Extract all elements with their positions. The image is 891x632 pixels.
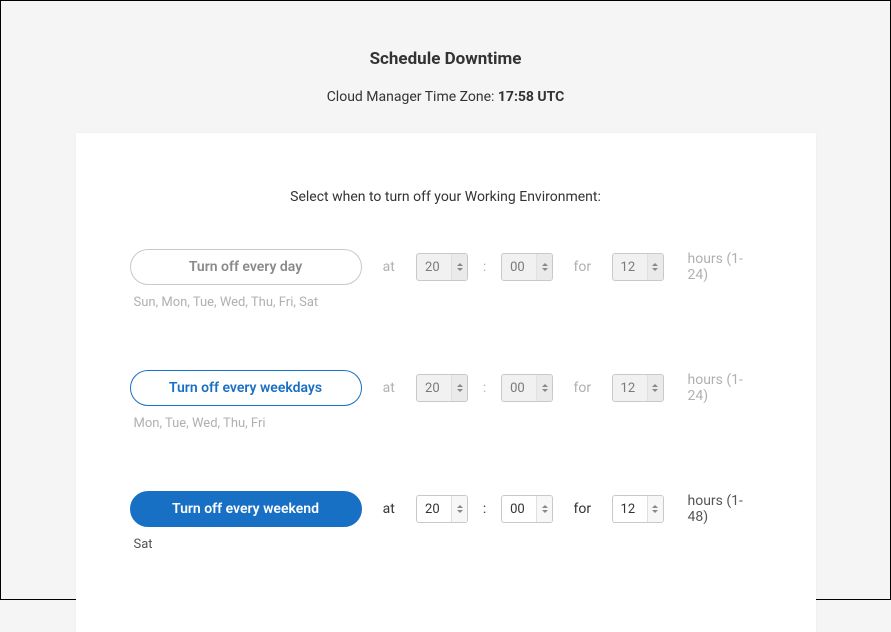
stepper-arrows-icon (647, 254, 663, 280)
hours-stepper-weekend[interactable]: 20 (416, 495, 468, 523)
pill-weekend[interactable]: Turn off every weekend (130, 491, 362, 527)
hours-value: 20 (417, 260, 451, 275)
range-label-everyday: hours (1-24) (688, 251, 762, 283)
hours-value: 20 (417, 381, 451, 396)
for-label: for (553, 501, 611, 517)
for-label: for (553, 259, 611, 275)
days-weekend: Sat (134, 537, 762, 552)
colon-label: : (468, 501, 501, 517)
duration-value: 12 (613, 381, 647, 396)
minutes-stepper-weekdays[interactable]: 00 (501, 374, 553, 402)
timezone-value: 17:58 UTC (498, 89, 564, 105)
days-everyday: Sun, Mon, Tue, Wed, Thu, Fri, Sat (134, 295, 762, 310)
duration-value: 12 (613, 502, 647, 517)
hours-value: 20 (417, 502, 451, 517)
minutes-value: 00 (502, 260, 536, 275)
timezone-line: Cloud Manager Time Zone: 17:58 UTC (1, 89, 890, 105)
stepper-arrows-icon (647, 375, 663, 401)
stepper-arrows-icon (536, 375, 552, 401)
duration-stepper-weekdays[interactable]: 12 (612, 374, 664, 402)
duration-value: 12 (613, 260, 647, 275)
minutes-stepper-everyday[interactable]: 00 (501, 253, 553, 281)
stepper-arrows-icon (647, 496, 663, 522)
colon-label: : (468, 259, 501, 275)
stepper-arrows-icon (536, 496, 552, 522)
for-label: for (553, 380, 611, 396)
pill-everyday[interactable]: Turn off every day (130, 249, 362, 285)
stepper-arrows-icon (536, 254, 552, 280)
stepper-arrows-icon (451, 496, 467, 522)
range-label-weekend: hours (1-48) (688, 493, 762, 525)
minutes-value: 00 (502, 502, 536, 517)
timezone-label: Cloud Manager Time Zone: (327, 89, 498, 105)
hours-stepper-everyday[interactable]: 20 (416, 253, 468, 281)
card-instruction: Select when to turn off your Working Env… (130, 189, 762, 205)
page-title: Schedule Downtime (1, 49, 890, 69)
schedule-row-everyday: Turn off every day at 20 : 00 for 12 hou… (130, 249, 762, 310)
minutes-stepper-weekend[interactable]: 00 (501, 495, 553, 523)
minutes-value: 00 (502, 381, 536, 396)
hours-stepper-weekdays[interactable]: 20 (416, 374, 468, 402)
duration-stepper-weekend[interactable]: 12 (612, 495, 664, 523)
schedule-row-weekend: Turn off every weekend at 20 : 00 for 12… (130, 491, 762, 552)
duration-stepper-everyday[interactable]: 12 (612, 253, 664, 281)
stepper-arrows-icon (451, 375, 467, 401)
at-label: at (362, 501, 417, 517)
at-label: at (362, 380, 417, 396)
pill-weekdays[interactable]: Turn off every weekdays (130, 370, 362, 406)
colon-label: : (468, 380, 501, 396)
range-label-weekdays: hours (1-24) (688, 372, 762, 404)
days-weekdays: Mon, Tue, Wed, Thu, Fri (134, 416, 762, 431)
stepper-arrows-icon (451, 254, 467, 280)
schedule-row-weekdays: Turn off every weekdays at 20 : 00 for 1… (130, 370, 762, 431)
at-label: at (362, 259, 417, 275)
schedule-card: Select when to turn off your Working Env… (76, 133, 816, 632)
